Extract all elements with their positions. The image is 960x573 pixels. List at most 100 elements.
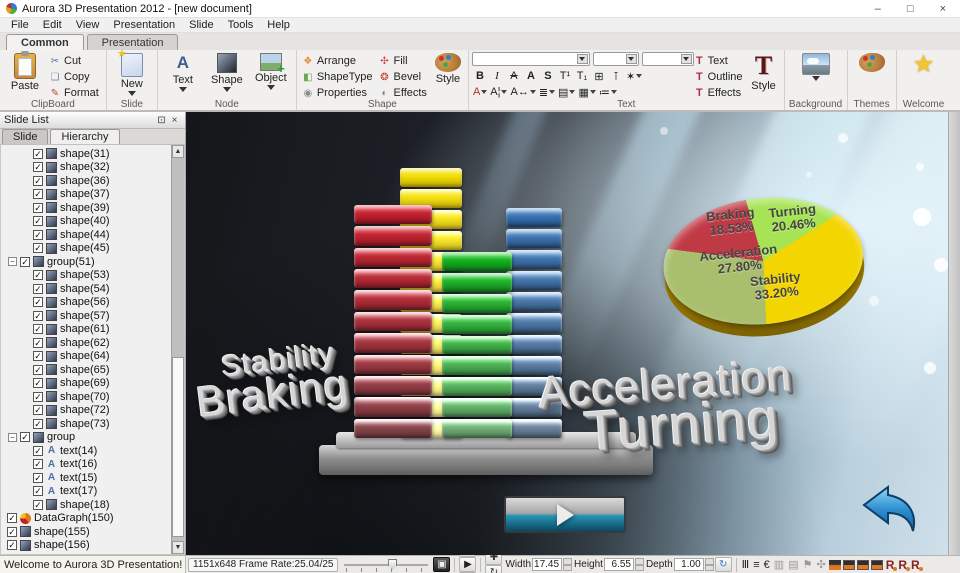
shape-style-button[interactable]: Style <box>431 52 465 85</box>
text-format-button-2[interactable]: A <box>506 69 522 84</box>
tree-item-shape-32[interactable]: ✓ shape(32) <box>1 161 171 175</box>
checkbox[interactable]: ✓ <box>20 432 30 443</box>
3d-text-turning[interactable]: Turning <box>582 385 781 463</box>
font-style-select[interactable] <box>641 52 694 66</box>
text-effects-button[interactable]: T Effects <box>696 86 743 100</box>
bevel-button[interactable]: ❂ Bevel <box>379 70 427 84</box>
width-value-input[interactable]: 17.45 <box>532 558 563 571</box>
checkbox[interactable]: ✓ <box>33 202 43 213</box>
themes-button[interactable] <box>851 52 893 72</box>
canvas-scrollbar[interactable] <box>948 112 960 555</box>
spin-down-icon[interactable] <box>563 564 573 571</box>
reset-rotation-x-button[interactable]: R <box>886 558 897 572</box>
shape-node-button[interactable]: Shape <box>205 52 249 92</box>
text-format-button-9[interactable]: ✶ <box>625 69 643 84</box>
welcome-button[interactable]: ★ <box>900 52 948 77</box>
align-tool-1[interactable]: ≡ <box>753 559 759 571</box>
tree-scrollbar[interactable]: ▲ ▼ <box>171 145 184 554</box>
tree-item-shape-155[interactable]: ✓ shape(155) <box>1 525 171 539</box>
menu-tools[interactable]: Tools <box>221 19 261 31</box>
menu-help[interactable]: Help <box>260 19 297 31</box>
tree-item-shape-156[interactable]: ✓ shape(156) <box>1 539 171 553</box>
object-tool-2[interactable]: ⚑ <box>803 559 813 571</box>
font-family-select[interactable] <box>471 52 590 66</box>
text-format-button2-4[interactable]: ▤ <box>557 85 576 100</box>
object-tool-1[interactable]: ▤ <box>788 559 798 571</box>
checkbox[interactable]: ✓ <box>33 216 43 227</box>
checkbox[interactable]: ✓ <box>33 418 43 429</box>
checkbox[interactable]: ✓ <box>20 256 30 267</box>
tree-item-shape-37[interactable]: ✓ shape(37) <box>1 188 171 202</box>
layout-tool-0[interactable] <box>828 559 841 570</box>
checkbox[interactable]: ✓ <box>33 391 43 402</box>
checkbox[interactable]: ✓ <box>33 445 43 456</box>
checkbox[interactable]: ✓ <box>33 189 43 200</box>
checkbox[interactable]: ✓ <box>33 310 43 321</box>
menu-edit[interactable]: Edit <box>36 19 69 31</box>
object-tool-3[interactable]: ✣ <box>816 559 825 571</box>
background-button[interactable] <box>788 52 844 81</box>
presentation-canvas[interactable]: Stability Braking Acceleration Turning T… <box>186 112 948 555</box>
text-outline-button[interactable]: T Outline <box>696 70 743 84</box>
checkbox[interactable]: ✓ <box>33 486 43 497</box>
checkbox[interactable]: ✓ <box>33 472 43 483</box>
spin-down-icon[interactable] <box>704 564 714 571</box>
text-format-button-6[interactable]: T₁ <box>574 69 590 84</box>
menu-file[interactable]: File <box>4 19 36 31</box>
tree-item-group[interactable]: − ✓ group <box>1 431 171 445</box>
tree-item-shape-70[interactable]: ✓ shape(70) <box>1 390 171 404</box>
tree-item-shape-53[interactable]: ✓ shape(53) <box>1 269 171 283</box>
play-button[interactable] <box>504 496 626 533</box>
tree-item-shape-40[interactable]: ✓ shape(40) <box>1 215 171 229</box>
tree-item-shape-65[interactable]: ✓ shape(65) <box>1 363 171 377</box>
refresh-button[interactable]: ↻ <box>714 557 732 572</box>
text-format-button2-6[interactable]: ≔ <box>598 85 618 100</box>
height-value-input[interactable]: 6.55 <box>603 558 634 571</box>
shapetype-button[interactable]: ◧ ShapeType <box>302 70 372 84</box>
render-mode-button[interactable]: ▣ <box>433 557 451 572</box>
checkbox[interactable]: ✓ <box>33 270 43 281</box>
paste-button[interactable]: Paste <box>3 51 47 92</box>
checkbox[interactable]: ✓ <box>33 351 43 362</box>
red-tower[interactable] <box>354 205 432 438</box>
checkbox[interactable]: ✓ <box>33 243 43 254</box>
arrange-button[interactable]: ❖ Arrange <box>302 54 373 68</box>
spinner-buttons[interactable] <box>634 558 644 571</box>
tree-item-text-17[interactable]: ✓ Atext(17) <box>1 485 171 499</box>
tab-common[interactable]: Common <box>6 34 84 50</box>
new-slide-button[interactable]: New <box>110 50 154 96</box>
scroll-thumb[interactable] <box>172 357 184 538</box>
font-size-select[interactable] <box>592 52 639 66</box>
depth-value-input[interactable]: 1.00 <box>673 558 704 571</box>
fill-button[interactable]: ✣ Fill <box>379 54 427 68</box>
tree-item-shape-31[interactable]: ✓ shape(31) <box>1 147 171 161</box>
minimize-button[interactable]: – <box>875 3 881 15</box>
checkbox[interactable]: ✓ <box>33 378 43 389</box>
text-style-button[interactable]: T Style <box>747 52 781 93</box>
checkbox[interactable]: ✓ <box>7 526 17 537</box>
tab-slide[interactable]: Slide <box>2 129 49 144</box>
text-format-button2-3[interactable]: ≣ <box>538 85 556 100</box>
checkbox[interactable]: ✓ <box>33 175 43 186</box>
checkbox[interactable]: ✓ <box>7 513 17 524</box>
3d-text-braking[interactable]: Braking <box>194 361 352 428</box>
layout-tool-1[interactable] <box>842 559 855 570</box>
back-arrow-icon[interactable] <box>858 480 922 542</box>
float-panel-icon[interactable]: ⊡ <box>155 115 168 126</box>
text-format-button2-0[interactable]: A <box>472 85 488 100</box>
properties-button[interactable]: ◉ Properties <box>302 86 373 100</box>
layout-tool-3[interactable] <box>870 559 883 570</box>
tree-item-text-14[interactable]: ✓ Atext(14) <box>1 444 171 458</box>
checkbox[interactable]: ✓ <box>33 297 43 308</box>
tree-item-text-16[interactable]: ✓ Atext(16) <box>1 458 171 472</box>
text-format-button-3[interactable]: A <box>523 69 539 84</box>
tree-item-datagraph-150[interactable]: ✓ DataGraph(150) <box>1 512 171 526</box>
checkbox[interactable]: ✓ <box>33 459 43 470</box>
tree-item-group-51[interactable]: − ✓ group(51) <box>1 255 171 269</box>
checkbox[interactable]: ✓ <box>33 499 43 510</box>
effects-button[interactable]: ◐ Effects <box>379 86 426 100</box>
tree-item-text-15[interactable]: ✓ Atext(15) <box>1 471 171 485</box>
restore-button[interactable]: □ <box>907 3 914 15</box>
text-format-button-7[interactable]: ⊞ <box>591 69 607 84</box>
checkbox[interactable]: ✓ <box>33 324 43 335</box>
